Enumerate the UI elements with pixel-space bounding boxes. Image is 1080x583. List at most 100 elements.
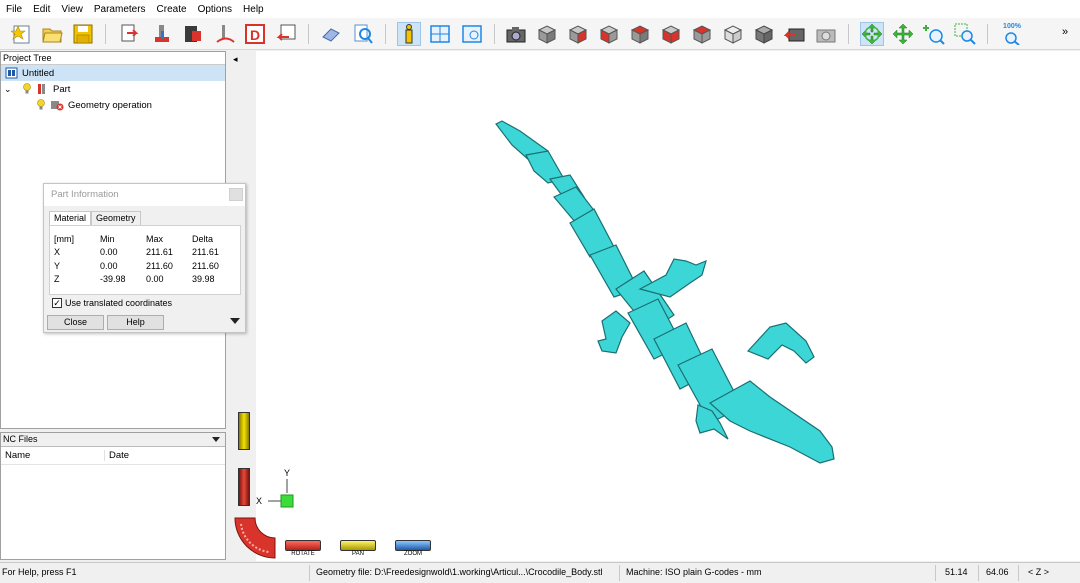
- camera-icon: [506, 27, 526, 43]
- pan-tool-button[interactable]: [891, 22, 915, 46]
- eraser-button[interactable]: [319, 22, 343, 46]
- zoom-plus-icon: [923, 25, 945, 45]
- checkbox-label: Use translated coordinates: [65, 298, 173, 308]
- pan-mode-button[interactable]: [340, 540, 376, 551]
- rotate-arrows-icon: [861, 23, 883, 45]
- toolpath-button[interactable]: [213, 22, 237, 46]
- checkbox-checked-icon[interactable]: ✓: [52, 298, 62, 308]
- menu-options[interactable]: Options: [198, 4, 232, 15]
- translated-coordinates-checkbox[interactable]: ✓ Use translated coordinates: [52, 298, 172, 308]
- tree-item-part[interactable]: ⌄ Part: [1, 81, 225, 97]
- tab-geometry[interactable]: Geometry: [91, 211, 141, 225]
- part-information-dialog: Part Information Material Geometry [mm] …: [43, 183, 246, 333]
- new-project-button[interactable]: [10, 22, 34, 46]
- chevron-down-icon[interactable]: ⌄: [4, 84, 16, 95]
- find-button[interactable]: [351, 22, 375, 46]
- axis-x-label: X: [256, 496, 262, 506]
- menu-help[interactable]: Help: [243, 4, 264, 15]
- front-right-leg: [746, 322, 815, 364]
- view-back-button[interactable]: [597, 22, 621, 46]
- dialog-close-icon[interactable]: [229, 188, 243, 201]
- menu-view[interactable]: View: [61, 4, 83, 15]
- floppy-icon: [73, 24, 93, 44]
- zoom-100-button[interactable]: 100%: [1000, 22, 1024, 46]
- close-button[interactable]: Close: [47, 315, 104, 330]
- pan-gauge[interactable]: [238, 412, 250, 450]
- rotate-mode-button[interactable]: [285, 540, 321, 551]
- tree-part-label: Part: [53, 83, 71, 95]
- status-bar: For Help, press F1 Geometry file: D:\Fre…: [0, 562, 1080, 583]
- new-star-icon: [11, 25, 30, 44]
- dropdown-arrow-icon[interactable]: [212, 437, 220, 442]
- svg-text:D: D: [250, 27, 260, 43]
- col-min: Min: [100, 233, 115, 244]
- expand-arrow-icon[interactable]: [230, 318, 240, 324]
- rotate-gauge[interactable]: [238, 468, 250, 506]
- layout-button[interactable]: [428, 22, 452, 46]
- view-wire-button[interactable]: [752, 22, 776, 46]
- info-icon: [405, 24, 413, 44]
- drill-button[interactable]: D: [243, 22, 267, 46]
- view-top-button[interactable]: [690, 22, 714, 46]
- view-right-button[interactable]: [659, 22, 683, 46]
- menu-parameters[interactable]: Parameters: [94, 4, 146, 15]
- pan-arrows-icon: [892, 23, 914, 45]
- zoom-window-button[interactable]: [953, 22, 977, 46]
- rotate-dial-icon[interactable]: [233, 516, 277, 560]
- zoom-fit-icon: [1005, 32, 1020, 45]
- row-delta: 211.61: [192, 247, 219, 258]
- import-geometry-button[interactable]: [118, 22, 142, 46]
- menu-file[interactable]: File: [6, 4, 22, 15]
- menu-edit[interactable]: Edit: [33, 4, 50, 15]
- col-delta: Delta: [192, 233, 214, 244]
- view-iso-button[interactable]: [535, 22, 559, 46]
- tree-item-geometry-operation[interactable]: Geometry operation: [1, 97, 225, 113]
- bulb-icon[interactable]: [22, 83, 32, 95]
- view-undo-button[interactable]: [783, 22, 807, 46]
- column-date[interactable]: Date: [105, 450, 129, 461]
- dialog-title[interactable]: Part Information: [44, 184, 245, 206]
- save-button[interactable]: [71, 22, 95, 46]
- preview-button[interactable]: [460, 22, 484, 46]
- tree-operation-label: Geometry operation: [68, 99, 152, 111]
- bulb-icon[interactable]: [36, 99, 46, 111]
- zoom-in-button[interactable]: [922, 22, 946, 46]
- view-bottom-button[interactable]: [721, 22, 745, 46]
- camera-button[interactable]: [504, 22, 528, 46]
- machine-tool-button[interactable]: [150, 22, 174, 46]
- view-save-button[interactable]: [814, 22, 838, 46]
- info-button[interactable]: [397, 22, 421, 46]
- rotate-tool-button[interactable]: [860, 22, 884, 46]
- nc-files-panel: NC Files Name Date: [0, 432, 226, 560]
- menu-create[interactable]: Create: [157, 4, 187, 15]
- stock-button[interactable]: [181, 22, 205, 46]
- pan-mode-label: PAN: [352, 551, 364, 557]
- col-unit: [mm]: [54, 233, 74, 244]
- nc-files-columns: Name Date: [1, 447, 225, 465]
- main-toolbar: D 100% »: [0, 18, 1080, 50]
- zoom-mode-button[interactable]: [395, 540, 431, 551]
- column-name[interactable]: Name: [1, 450, 105, 461]
- col-max: Max: [146, 233, 164, 244]
- app-window: File Edit View Parameters Create Options…: [0, 0, 1080, 583]
- cube-red-back-icon: [599, 25, 619, 44]
- nc-files-title: NC Files: [3, 434, 38, 444]
- nc-files-header[interactable]: NC Files: [1, 433, 225, 447]
- open-button[interactable]: [40, 22, 64, 46]
- help-button[interactable]: Help: [107, 315, 164, 330]
- grid-window-icon: [430, 25, 450, 43]
- tab-material[interactable]: Material: [49, 211, 92, 225]
- status-machine: Machine: ISO plain G-codes - mm: [626, 567, 762, 577]
- view-front-button[interactable]: [566, 22, 590, 46]
- status-coord-z[interactable]: < Z >: [1028, 567, 1049, 577]
- row-max: 0.00: [146, 274, 164, 285]
- toolbar-overflow-button[interactable]: »: [1062, 26, 1068, 38]
- export-button[interactable]: [274, 22, 298, 46]
- axis-y-label: Y: [284, 468, 290, 478]
- view-left-button[interactable]: [628, 22, 652, 46]
- dimensions-panel: [mm] Min Max Delta X 0.00 211.61 211.61 …: [49, 225, 241, 295]
- camera-gray-icon: [816, 29, 836, 43]
- tree-item-untitled[interactable]: Untitled: [1, 65, 225, 81]
- dialog-tabs: Material Geometry: [49, 211, 141, 225]
- head: [708, 380, 835, 464]
